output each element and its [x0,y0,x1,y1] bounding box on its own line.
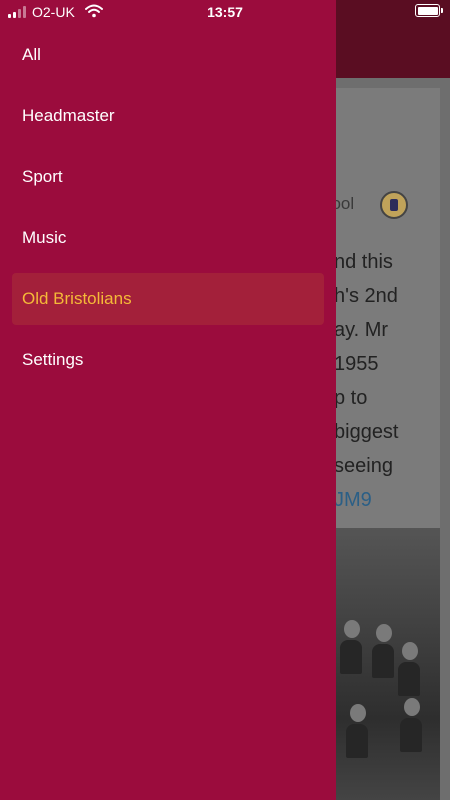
menu-item-sport[interactable]: Sport [12,151,324,203]
post-photo[interactable] [336,528,440,800]
drawer-menu: All Headmaster Sport Music Old Bristolia… [0,29,336,395]
menu-item-label: Music [22,228,67,247]
photo-figure [400,718,422,752]
menu-item-old-bristolians[interactable]: Old Bristolians [12,273,324,325]
post-text: nd this h's 2nd ay. Mr 1955 p to biggest… [334,245,444,517]
photo-figure [402,642,418,660]
menu-item-label: Old Bristolians [22,289,132,308]
menu-item-headmaster[interactable]: Headmaster [12,90,324,142]
menu-item-label: All [22,45,41,64]
school-crest-icon [380,191,408,219]
photo-figure [340,640,362,674]
menu-item-settings[interactable]: Settings [12,334,324,386]
photo-figure [372,644,394,678]
post-text-line: seeing [334,455,393,477]
photo-figure [376,624,392,642]
photo-figure [346,724,368,758]
photo-figure [404,698,420,716]
post-text-line: h's 2nd [334,285,398,307]
menu-item-label: Headmaster [22,106,115,125]
post-text-line: 1955 [334,353,379,375]
menu-item-music[interactable]: Music [12,212,324,264]
photo-figure [350,704,366,722]
menu-item-label: Sport [22,167,63,186]
menu-item-label: Settings [22,350,84,369]
clock: 13:57 [207,4,243,20]
battery-icon [415,4,443,17]
post-text-line: ay. Mr [334,319,389,341]
status-bar: O2-UK 13:57 [0,0,450,24]
menu-item-all[interactable]: All [12,29,324,81]
post-text-line: nd this [334,251,393,273]
photo-figure [398,662,420,696]
navigation-drawer: All Headmaster Sport Music Old Bristolia… [0,0,336,800]
photo-figure [344,620,360,638]
post-text-line: biggest [334,421,399,443]
post-text-line: p to [334,387,368,409]
post-link[interactable]: JM9 [334,483,444,517]
